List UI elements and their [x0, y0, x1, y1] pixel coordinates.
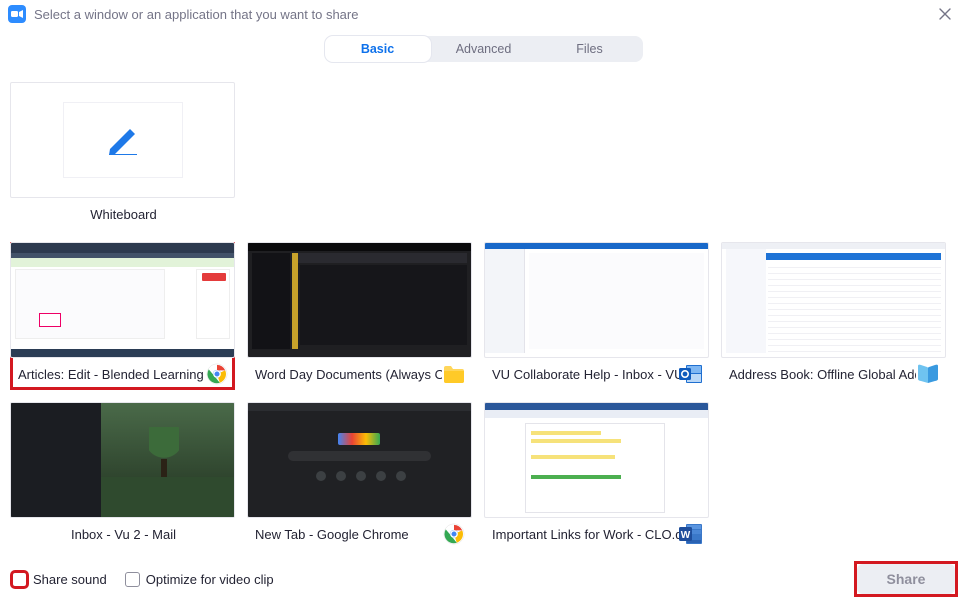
thumbnail [721, 242, 946, 358]
window-label: Inbox - Vu 2 - Mail [18, 527, 229, 542]
window-label: Word Day Documents (Always O... [255, 367, 442, 382]
chrome-icon [205, 362, 229, 386]
whiteboard-thumbnail [10, 82, 235, 198]
share-window-address-book[interactable]: Address Book: Offline Global Add... [721, 242, 946, 390]
svg-text:W: W [681, 530, 691, 541]
folder-icon [442, 362, 466, 386]
tab-advanced[interactable]: Advanced [431, 36, 537, 62]
window-label: New Tab - Google Chrome [255, 527, 442, 542]
window-label: VU Collaborate Help - Inbox - VU... [492, 367, 679, 382]
thumbnail [10, 242, 235, 358]
thumbnail [10, 402, 235, 518]
word-icon: W [679, 522, 703, 546]
tab-files[interactable]: Files [537, 36, 643, 62]
window-label: Important Links for Work - CLO.d... [492, 527, 679, 542]
share-window-important-links[interactable]: Important Links for Work - CLO.d... W [484, 402, 709, 550]
whiteboard-label: Whiteboard [18, 207, 229, 222]
share-sound-label: Share sound [33, 572, 107, 587]
checkbox-box [125, 572, 140, 587]
outlook-icon [679, 362, 703, 386]
share-window-vu-collaborate[interactable]: VU Collaborate Help - Inbox - VU... [484, 242, 709, 390]
bottom-bar: Share sound Optimize for video clip Shar… [0, 564, 967, 594]
tab-basic[interactable]: Basic [325, 36, 431, 62]
chrome-icon [442, 522, 466, 546]
share-options-grid: Whiteboard Articles: Edit - Blended Lear… [0, 74, 967, 550]
thumbnail [484, 242, 709, 358]
checkbox-box [12, 572, 27, 587]
zoom-app-icon [8, 5, 26, 23]
share-window-new-tab-chrome[interactable]: New Tab - Google Chrome [247, 402, 472, 550]
optimize-video-checkbox[interactable]: Optimize for video clip [125, 572, 274, 587]
share-window-articles[interactable]: Articles: Edit - Blended Learning ... [10, 242, 235, 390]
optimize-video-label: Optimize for video clip [146, 572, 274, 587]
thumbnail [247, 402, 472, 518]
share-sound-checkbox[interactable]: Share sound [12, 572, 107, 587]
thumbnail [484, 402, 709, 518]
share-window-inbox-vu2[interactable]: Inbox - Vu 2 - Mail [10, 402, 235, 550]
pencil-icon [106, 125, 140, 155]
window-label: Articles: Edit - Blended Learning ... [18, 367, 205, 382]
share-mode-tabs: Basic Advanced Files [325, 36, 643, 62]
close-button[interactable] [931, 0, 959, 28]
share-option-whiteboard[interactable]: Whiteboard [10, 82, 235, 230]
share-window-word-day-documents[interactable]: Word Day Documents (Always O... [247, 242, 472, 390]
dialog-title: Select a window or an application that y… [34, 7, 931, 22]
tabs-row: Basic Advanced Files [0, 28, 967, 74]
address-book-icon [916, 362, 940, 386]
window-label: Address Book: Offline Global Add... [729, 367, 916, 382]
titlebar: Select a window or an application that y… [0, 0, 967, 28]
share-button[interactable]: Share [857, 564, 955, 594]
thumbnail [247, 242, 472, 358]
